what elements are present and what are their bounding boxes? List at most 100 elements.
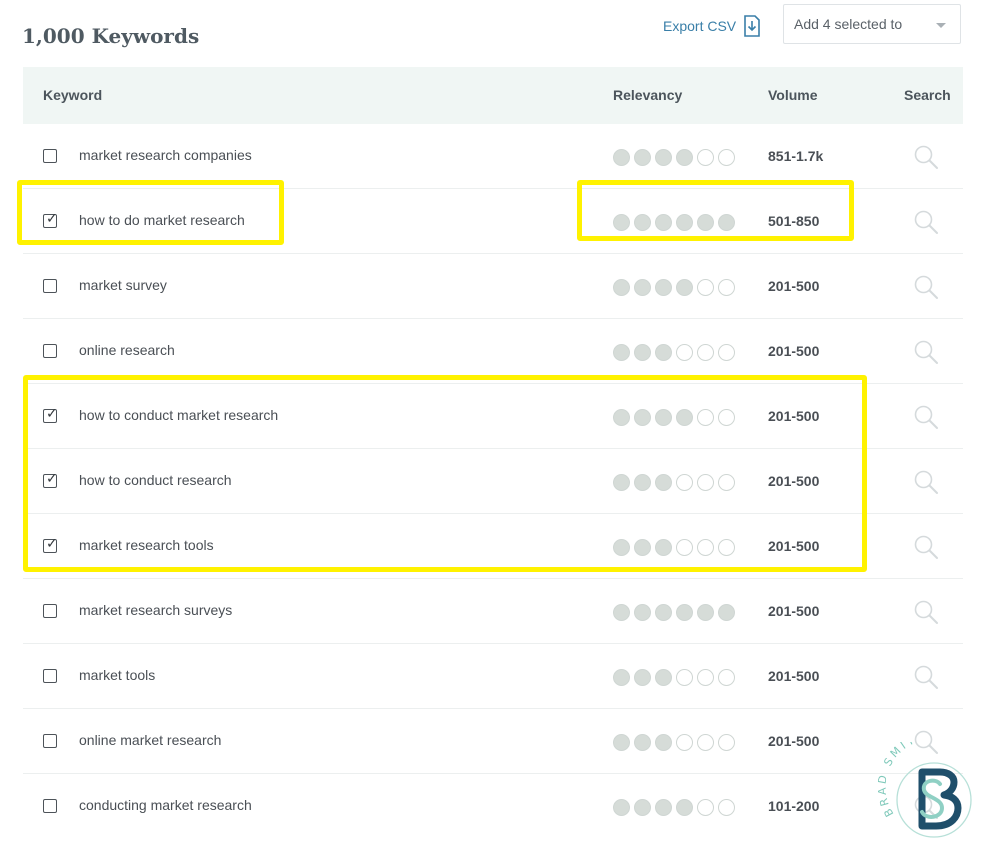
table-header: Keyword Relevancy Volume Search (23, 67, 963, 124)
table-row: ✓ market research tools 201-500 (23, 514, 963, 579)
relevancy-dot-filled (634, 734, 651, 751)
relevancy-dot-filled (613, 734, 630, 751)
relevancy-dot-filled (613, 669, 630, 686)
relevancy-dot-empty (697, 344, 714, 361)
relevancy-dot-filled (655, 214, 672, 231)
volume-value: 101-200 (768, 798, 820, 814)
relevancy-dot-filled (634, 409, 651, 426)
column-header-relevancy: Relevancy (613, 87, 683, 103)
checkbox-checked[interactable]: ✓ (43, 211, 58, 228)
relevancy-dot-filled (634, 279, 651, 296)
volume-value: 201-500 (768, 408, 820, 424)
table-row: ✓ how to conduct market research 201-500 (23, 384, 963, 449)
table-row: market survey 201-500 (23, 254, 963, 319)
relevancy-dot-filled (613, 409, 630, 426)
relevancy-dot-filled (613, 214, 630, 231)
checkmark-icon: ✓ (46, 406, 58, 422)
relevancy-dot-filled (634, 344, 651, 361)
keyword-text: how to conduct market research (79, 407, 279, 423)
checkbox[interactable] (43, 149, 57, 163)
volume-value: 201-500 (768, 278, 820, 294)
checkbox[interactable] (43, 669, 57, 683)
search-icon[interactable] (913, 469, 939, 500)
relevancy-dot-empty (718, 474, 735, 491)
relevancy-dot-filled (634, 604, 651, 621)
relevancy-dot-empty (676, 344, 693, 361)
relevancy-dot-empty (676, 734, 693, 751)
relevancy-dot-filled (655, 409, 672, 426)
relevancy-dots (613, 279, 735, 296)
keyword-text: how to conduct research (79, 472, 232, 488)
relevancy-dot-empty (718, 149, 735, 166)
relevancy-dot-filled (676, 604, 693, 621)
relevancy-dot-empty (697, 149, 714, 166)
relevancy-dot-filled (634, 799, 651, 816)
search-icon[interactable] (913, 664, 939, 695)
relevancy-dot-empty (676, 474, 693, 491)
search-icon[interactable] (913, 339, 939, 370)
checkbox[interactable] (43, 799, 57, 813)
page-title: 1,000 Keywords (22, 24, 200, 48)
search-icon[interactable] (913, 599, 939, 630)
export-csv-label: Export CSV (663, 18, 737, 34)
table-row: market research surveys 201-500 (23, 579, 963, 644)
relevancy-dot-filled (655, 474, 672, 491)
search-icon[interactable] (913, 274, 939, 305)
relevancy-dot-filled (613, 799, 630, 816)
search-icon[interactable] (913, 404, 939, 435)
relevancy-dot-filled (655, 149, 672, 166)
table-row: market research companies 851-1.7k (23, 124, 963, 189)
relevancy-dot-empty (697, 669, 714, 686)
checkbox-checked[interactable]: ✓ (43, 471, 58, 488)
download-icon (744, 15, 760, 37)
relevancy-dots (613, 799, 735, 816)
search-icon[interactable] (913, 144, 939, 175)
relevancy-dot-filled (655, 734, 672, 751)
volume-value: 851-1.7k (768, 148, 824, 164)
checkbox-checked[interactable]: ✓ (43, 406, 58, 423)
relevancy-dot-empty (718, 669, 735, 686)
table-row: online market research 201-500 (23, 709, 963, 774)
checkbox[interactable] (43, 344, 57, 358)
relevancy-dot-empty (718, 539, 735, 556)
export-csv-link[interactable]: Export CSV (663, 14, 760, 38)
relevancy-dot-filled (613, 604, 630, 621)
relevancy-dot-empty (676, 539, 693, 556)
chevron-down-icon (936, 23, 946, 28)
relevancy-dot-empty (697, 734, 714, 751)
table-row: online research 201-500 (23, 319, 963, 384)
relevancy-dot-filled (634, 149, 651, 166)
checkmark-icon: ✓ (46, 471, 58, 487)
table-row: ✓ how to do market research 501-850 (23, 189, 963, 254)
relevancy-dot-filled (676, 214, 693, 231)
relevancy-dot-filled (634, 214, 651, 231)
checkmark-icon: ✓ (46, 211, 58, 227)
relevancy-dots (613, 669, 735, 686)
relevancy-dots (613, 344, 735, 361)
relevancy-dot-empty (718, 409, 735, 426)
relevancy-dot-filled (718, 604, 735, 621)
checkbox[interactable] (43, 734, 57, 748)
relevancy-dot-filled (613, 344, 630, 361)
checkbox[interactable] (43, 279, 57, 293)
relevancy-dot-empty (697, 279, 714, 296)
relevancy-dot-empty (718, 279, 735, 296)
keyword-text: market research companies (79, 147, 252, 163)
keyword-text: conducting market research (79, 797, 252, 813)
keyword-text: market research tools (79, 537, 214, 553)
column-header-volume: Volume (768, 87, 818, 103)
relevancy-dot-filled (634, 669, 651, 686)
relevancy-dots (613, 149, 735, 166)
add-selected-dropdown[interactable]: Add 4 selected to (783, 4, 961, 44)
search-icon[interactable] (913, 209, 939, 240)
search-icon[interactable] (913, 534, 939, 565)
checkbox[interactable] (43, 604, 57, 618)
relevancy-dot-empty (697, 474, 714, 491)
relevancy-dot-filled (613, 279, 630, 296)
relevancy-dot-filled (655, 344, 672, 361)
relevancy-dot-filled (613, 539, 630, 556)
checkbox-checked[interactable]: ✓ (43, 537, 58, 553)
add-selected-label: Add 4 selected to (794, 16, 903, 32)
relevancy-dot-filled (655, 279, 672, 296)
keyword-text: market survey (79, 277, 167, 293)
